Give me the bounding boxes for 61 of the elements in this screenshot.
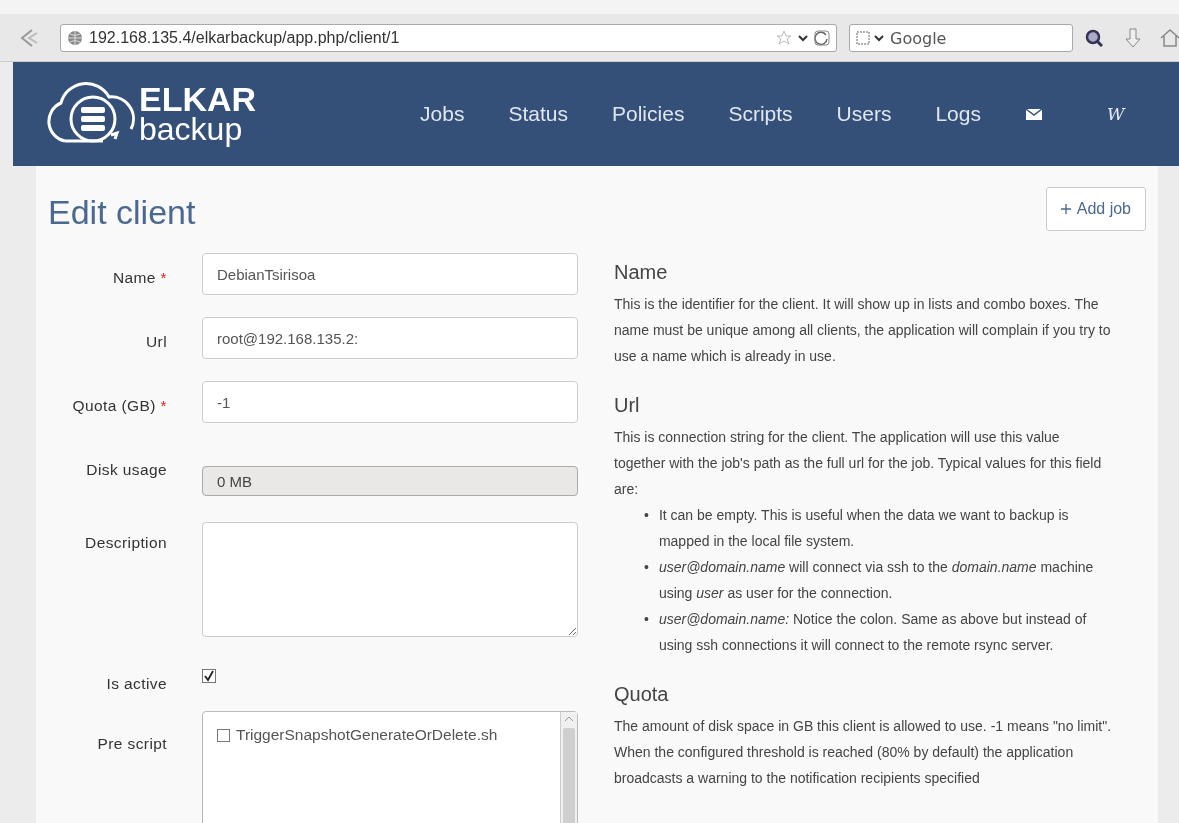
help-paragraph: This is connection string for the client. The application will use this value together with the job's path as the full url for the job. Typical values for this field are: [614, 428, 1103, 499]
scrollbar[interactable] [560, 712, 577, 823]
bullet: • [644, 558, 649, 577]
search-field[interactable]: Google [849, 24, 1073, 52]
help-list-item: user@domain.name: Notice the colon. Same as above but instead of using ssh connections it will connect to the remote rsync server. [658, 610, 1088, 655]
globe-icon [67, 30, 83, 46]
add-job-button[interactable]: Add job [1045, 187, 1146, 231]
reload-icon [814, 30, 830, 46]
logo[interactable]: ELKAR backup [43, 79, 257, 149]
script-list[interactable]: TriggerSnapshotGenerateOrDelete.sh [202, 711, 578, 823]
checkbox[interactable] [202, 669, 216, 683]
bullet: • [644, 610, 649, 629]
user-menu[interactable]: W [1106, 104, 1125, 124]
search-button[interactable] [1085, 29, 1103, 47]
field-label: Quota (GB) * [71, 396, 167, 416]
back-icon [18, 27, 40, 49]
field-label: Url [145, 332, 167, 352]
page-title: Edit client [48, 193, 196, 232]
text-field[interactable]: -1 [202, 381, 578, 423]
nav-link[interactable]: Users [814, 102, 914, 126]
back-button[interactable] [18, 27, 40, 49]
checkbox[interactable] [217, 728, 230, 742]
field-label: Name * [111, 268, 167, 288]
field-label: Description [84, 533, 167, 553]
search-input[interactable]: Google [888, 27, 1066, 49]
bullet: • [644, 506, 649, 525]
field-label: Pre script [96, 734, 167, 754]
download-button[interactable] [1123, 28, 1143, 48]
mail-button[interactable] [1024, 107, 1043, 121]
address-bar[interactable]: 192.168.135.4/elkarbackup/app.php/client/1 [60, 24, 837, 52]
disk-usage-field[interactable]: 0 MB [202, 466, 578, 496]
help-paragraph: This is the identifier for the client. It will show up in lists and combo boxes. The name must be unique among all clients, the application will complain if you try to use a name which is already in use. [614, 295, 1112, 366]
help-heading: Name [614, 260, 669, 285]
text-area[interactable] [202, 522, 578, 637]
check-icon [203, 670, 215, 682]
nav-link[interactable]: Logs [913, 102, 1003, 126]
home-button[interactable] [1159, 27, 1179, 49]
help-heading: Url [614, 393, 641, 418]
text-field[interactable]: DebianTsirisoa [202, 253, 578, 295]
selection-icon [856, 30, 870, 46]
mail-icon [1024, 107, 1043, 121]
star-icon [776, 30, 792, 46]
nav-link[interactable]: Policies [590, 102, 707, 126]
home-icon [1159, 27, 1179, 49]
help-list-item: user@domain.name will connect via ssh to the domain.name machine using user as user for the connection. [658, 558, 1095, 603]
help-paragraph: The amount of disk space in GB this client is allowed to use. -1 means "no limit". When the configured threshold is reached (80% by default) the application broadcasts a warning to the notification recipients specified [614, 717, 1113, 788]
caret-icon [874, 33, 884, 43]
help-list-item: It can be empty. This is useful when the data we want to backup is mapped in the local file system. [658, 506, 1070, 551]
nav-link[interactable]: Scripts [706, 102, 815, 126]
plus-icon [1060, 204, 1071, 214]
caret-icon [798, 33, 808, 43]
help-heading: Quota [614, 682, 670, 707]
down-arrow-icon [1123, 28, 1143, 48]
nav-link[interactable]: Jobs [398, 102, 487, 126]
nav-link[interactable]: Status [486, 102, 590, 126]
field-label: Disk usage [85, 460, 167, 480]
text-field[interactable]: root@192.168.135.2: [202, 317, 578, 359]
url-text: 192.168.135.4/elkarbackup/app.php/client/1 [89, 29, 401, 47]
field-label: Is active [105, 674, 167, 694]
search-icon [1085, 29, 1103, 47]
option-label: TriggerSnapshotGenerateOrDelete.sh [236, 726, 498, 744]
